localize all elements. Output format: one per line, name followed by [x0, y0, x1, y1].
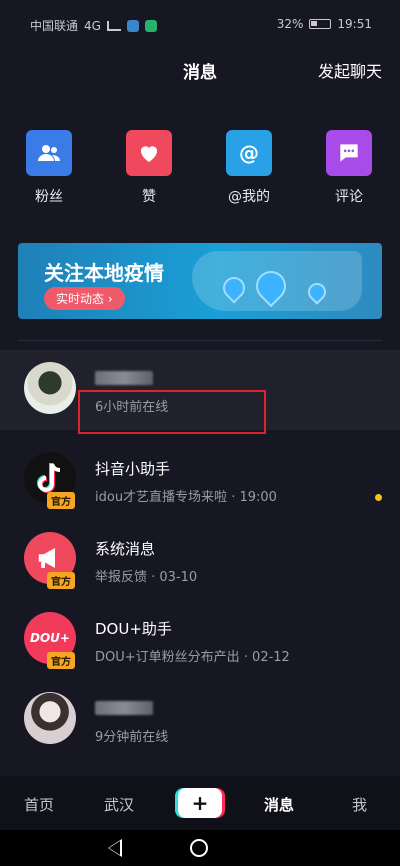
home-icon[interactable]	[190, 839, 208, 857]
tab-messages[interactable]: 消息	[264, 794, 294, 815]
quick-action-label: 赞	[142, 189, 156, 205]
status-bar: 中国联通 4G 32% 19:51	[0, 0, 400, 46]
app-notification-icon-2	[144, 19, 157, 32]
quick-action-label: @我的	[228, 189, 270, 205]
bottom-tab-bar: 首页 武汉 + 消息 我	[0, 776, 400, 830]
status-right: 32% 19:51	[277, 17, 372, 31]
list-item[interactable]: DOU+ 官方 DOU+助手 DOU+订单粉丝分布产出 · 02-12	[0, 600, 400, 680]
list-item[interactable]: 9分钟前在线	[0, 680, 400, 760]
avatar	[24, 692, 76, 744]
signal-icon	[106, 20, 121, 31]
clock: 19:51	[337, 17, 372, 31]
battery-icon	[309, 19, 332, 29]
contact-name	[95, 368, 153, 386]
comment-icon	[326, 130, 372, 176]
avatar	[24, 362, 76, 414]
official-badge: 官方	[47, 572, 75, 589]
contact-name: DOU+助手	[95, 620, 172, 638]
top-bar: 消息 发起聊天	[0, 46, 400, 90]
app-notification-icon	[126, 19, 139, 32]
start-chat-button[interactable]: 发起聊天	[318, 58, 382, 82]
carrier-label: 中国联通	[30, 19, 79, 33]
highlight-box	[78, 390, 266, 434]
message-preview: 举报反馈 · 03-10	[95, 570, 198, 585]
message-preview: DOU+订单粉丝分布产出 · 02-12	[95, 650, 290, 665]
blurred-name	[95, 700, 153, 715]
system-nav-bar	[0, 830, 400, 866]
quick-actions: 粉丝 赞 @ @我的 评论	[0, 130, 400, 206]
quick-action-label: 评论	[335, 189, 363, 205]
realtime-updates-button[interactable]: 实时动态 ›	[44, 287, 125, 310]
network-label: 4G	[84, 18, 101, 33]
message-preview: idou才艺直播专场来啦 · 19:00	[95, 490, 277, 505]
quick-action-label: 粉丝	[35, 189, 63, 205]
fans-icon	[26, 130, 72, 176]
contact-name: 抖音小助手	[95, 460, 171, 478]
banner-title: 关注本地疫情	[44, 261, 164, 285]
megaphone-icon	[38, 548, 55, 568]
tab-home[interactable]: 首页	[24, 794, 54, 815]
tab-city[interactable]: 武汉	[104, 794, 134, 815]
tab-me[interactable]: 我	[352, 794, 367, 815]
contact-name: 系统消息	[95, 540, 156, 558]
add-video-button[interactable]: +	[178, 788, 222, 818]
section-divider	[18, 340, 382, 341]
list-item[interactable]: 官方 抖音小助手 idou才艺直播专场来啦 · 19:00	[0, 440, 400, 520]
list-item[interactable]: 官方 系统消息 举报反馈 · 03-10	[0, 520, 400, 600]
epidemic-banner[interactable]: 关注本地疫情 实时动态 ›	[18, 243, 382, 319]
battery-percent: 32%	[276, 17, 304, 31]
quick-action-fans[interactable]: 粉丝	[9, 130, 89, 206]
back-icon[interactable]	[108, 839, 122, 857]
quick-action-likes[interactable]: 赞	[109, 130, 189, 206]
contact-name	[95, 698, 153, 716]
unread-dot	[375, 494, 382, 501]
at-icon: @	[226, 130, 272, 176]
official-badge: 官方	[47, 492, 75, 509]
contact-status: 9分钟前在线	[95, 730, 169, 745]
status-left: 中国联通 4G	[30, 17, 157, 34]
quick-action-comments[interactable]: 评论	[309, 130, 389, 206]
heart-icon	[126, 130, 172, 176]
quick-action-mentions[interactable]: @ @我的	[209, 130, 289, 206]
official-badge: 官方	[47, 652, 75, 669]
blurred-name	[95, 370, 153, 385]
